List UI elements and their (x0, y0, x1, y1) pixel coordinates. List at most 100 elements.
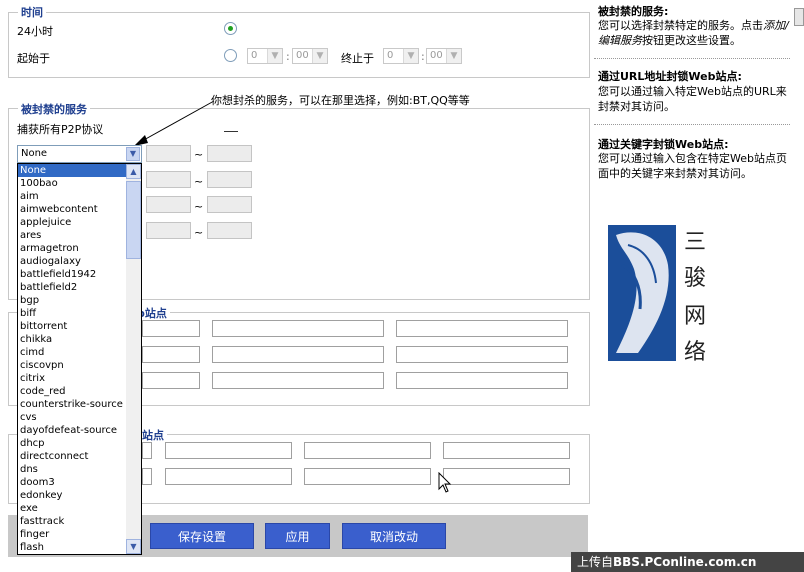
port-start-1[interactable] (146, 145, 191, 162)
port-end-2[interactable] (207, 171, 252, 188)
url-input-5[interactable] (212, 346, 384, 363)
keyword-input-8[interactable] (443, 468, 570, 485)
port-end-3[interactable] (207, 196, 252, 213)
watermark-bar: 上传自BBS.PConline.com.cn (571, 552, 804, 572)
scroll-up-icon[interactable]: ▲ (126, 164, 141, 179)
p2p-checkbox-underline[interactable] (224, 131, 238, 132)
chevron-down-icon: ▼ (446, 49, 461, 63)
watermark-site: BBS.PConline.com.cn (613, 555, 757, 569)
chevron-down-icon[interactable]: ▼ (126, 147, 140, 161)
service-option[interactable]: chikka (18, 333, 128, 346)
service-option[interactable]: ciscovpn (18, 359, 128, 372)
service-option[interactable]: doom3 (18, 476, 128, 489)
url-input-6[interactable] (396, 346, 568, 363)
tilde-1: ~ (194, 148, 204, 161)
service-option[interactable]: battlefield2 (18, 281, 128, 294)
service-options: None 100bao aim aimwebcontent applejuice ares… (18, 164, 128, 554)
service-option[interactable]: cvs (18, 411, 128, 424)
port-start-2[interactable] (146, 171, 191, 188)
service-option[interactable]: code_red (18, 385, 128, 398)
service-option[interactable]: finger (18, 528, 128, 541)
time-legend: 时间 (18, 4, 46, 20)
service-option[interactable]: aimwebcontent (18, 203, 128, 216)
keyword-input-4[interactable] (443, 442, 570, 459)
service-option[interactable]: battlefield1942 (18, 268, 128, 281)
option-24h-label: 24小时 (17, 25, 53, 38)
service-option[interactable]: dhcp (18, 437, 128, 450)
end-hour-select[interactable]: 0 ▼ (383, 48, 419, 64)
service-option[interactable]: flash (18, 541, 128, 554)
sidebar-title-url: 通过URL地址封锁Web站点: (598, 70, 742, 83)
url-input-7[interactable] (142, 372, 200, 389)
service-option[interactable]: bittorrent (18, 320, 128, 333)
url-input-4[interactable] (142, 346, 200, 363)
url-input-2[interactable] (212, 320, 384, 337)
radio-24h[interactable] (224, 22, 237, 35)
service-option[interactable]: bgp (18, 294, 128, 307)
keyword-input-7[interactable] (304, 468, 431, 485)
url-input-9[interactable] (396, 372, 568, 389)
service-option[interactable]: applejuice (18, 216, 128, 229)
scroll-down-icon[interactable]: ▼ (126, 539, 141, 554)
keyword-input-5[interactable] (142, 468, 152, 485)
end-label: 终止于 (341, 52, 374, 65)
cancel-button[interactable]: 取消改动 (342, 523, 446, 549)
start-hour-select[interactable]: 0 ▼ (247, 48, 283, 64)
sidebar-text-services-b: 按钮更改这些设置。 (642, 34, 741, 47)
service-option[interactable]: directconnect (18, 450, 128, 463)
service-option[interactable]: 100bao (18, 177, 128, 190)
service-option[interactable]: fasttrack (18, 515, 128, 528)
service-option[interactable]: None (18, 164, 128, 177)
logo-char-3: 网 (684, 304, 707, 329)
sidebar-text-url: 您可以通过输入特定Web站点的URL来封禁对其访问。 (598, 85, 787, 113)
keyword-input-1[interactable] (142, 442, 152, 459)
service-option[interactable]: dayofdefeat-source (18, 424, 128, 437)
scroll-thumb[interactable] (126, 181, 141, 259)
radio-start[interactable] (224, 49, 237, 62)
start-hour-value: 0 (251, 50, 258, 61)
service-option[interactable]: exe (18, 502, 128, 515)
chevron-down-icon: ▼ (403, 49, 418, 63)
logo-horse-icon (616, 232, 669, 353)
time-groupbox (8, 12, 590, 78)
keyword-input-6[interactable] (165, 468, 292, 485)
keyword-input-2[interactable] (165, 442, 292, 459)
url-input-1[interactable] (142, 320, 200, 337)
service-option[interactable]: audiogalaxy (18, 255, 128, 268)
option-start-label: 起始于 (17, 52, 50, 65)
sidebar-text-services-a: 您可以选择封禁特定的服务。点击 (598, 19, 763, 32)
service-option[interactable]: ares (18, 229, 128, 242)
dropdown-scrollbar[interactable]: ▲ ▼ (126, 164, 141, 554)
tilde-3: ~ (194, 200, 204, 213)
chevron-down-icon: ▼ (312, 49, 327, 63)
service-option[interactable]: aim (18, 190, 128, 203)
save-button[interactable]: 保存设置 (150, 523, 254, 549)
url-input-8[interactable] (212, 372, 384, 389)
start-min-select[interactable]: 00 ▼ (292, 48, 328, 64)
port-end-4[interactable] (207, 222, 252, 239)
service-dropdown-list[interactable]: None 100bao aim aimwebcontent applejuice ares… (17, 163, 142, 555)
service-option[interactable]: dns (18, 463, 128, 476)
apply-button[interactable]: 应用 (265, 523, 330, 549)
service-option[interactable]: counterstrike-source (18, 398, 128, 411)
service-option[interactable]: citrix (18, 372, 128, 385)
service-option[interactable]: armagetron (18, 242, 128, 255)
url-input-3[interactable] (396, 320, 568, 337)
service-option[interactable]: edonkey (18, 489, 128, 502)
radio-24h-dot (228, 26, 233, 31)
end-min-value: 00 (430, 50, 443, 61)
tilde-2: ~ (194, 175, 204, 188)
sidebar-text-services: 您可以选择封禁特定的服务。点击添加/编辑服务按钮更改这些设置。 (598, 18, 793, 48)
service-option[interactable]: biff (18, 307, 128, 320)
end-min-select[interactable]: 00 ▼ (426, 48, 462, 64)
mouse-cursor-icon (438, 472, 452, 493)
service-select[interactable]: None ▼ (17, 145, 142, 163)
service-option[interactable]: cimd (18, 346, 128, 359)
blocked-services-legend: 被封禁的服务 (18, 101, 90, 117)
port-end-1[interactable] (207, 145, 252, 162)
sidebar-corner-icon (794, 8, 804, 26)
port-start-3[interactable] (146, 196, 191, 213)
sidebar-divider (594, 124, 790, 125)
port-start-4[interactable] (146, 222, 191, 239)
keyword-input-3[interactable] (304, 442, 431, 459)
